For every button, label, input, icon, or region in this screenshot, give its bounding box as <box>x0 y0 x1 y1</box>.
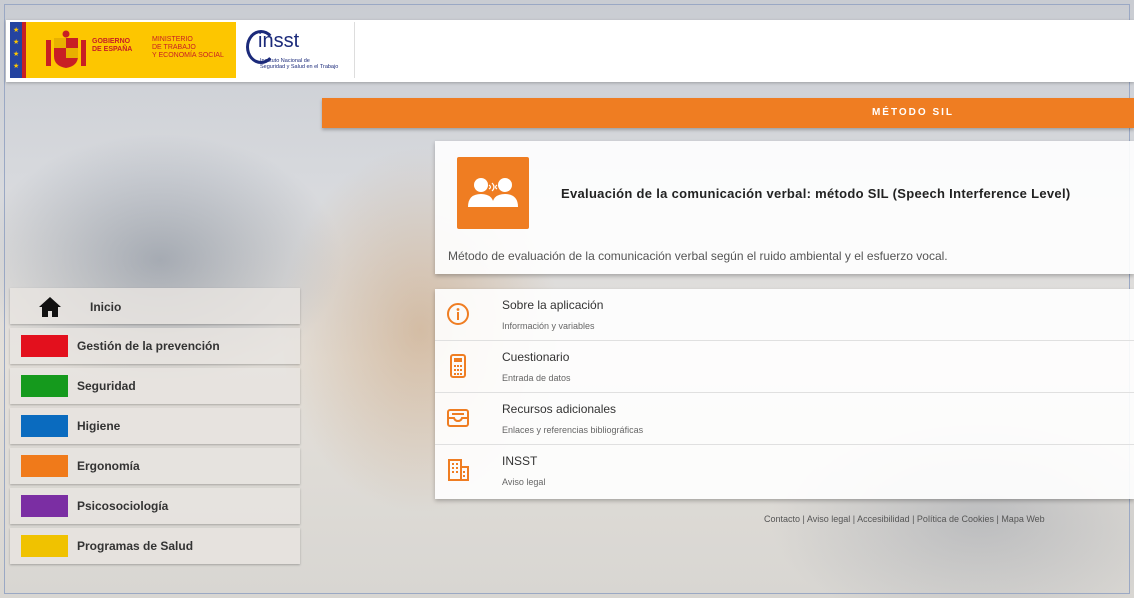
sidebar-item-label: Seguridad <box>77 379 136 393</box>
method-description: Método de evaluación de la comunicación … <box>448 249 948 263</box>
sidebar-item-label: Gestión de la prevención <box>77 339 220 353</box>
menu-item-subtitle: Aviso legal <box>502 477 546 487</box>
menu-item-title: Cuestionario <box>502 350 570 364</box>
coat-of-arms-icon <box>46 30 86 68</box>
sidebar-item-label: Ergonomía <box>77 459 140 473</box>
sidebar-item-label: Inicio <box>90 300 122 314</box>
menu-item-sobre[interactable]: Sobre la aplicación Información y variab… <box>435 289 1134 341</box>
menu-item-subtitle: Información y variables <box>502 321 595 331</box>
app-menu-list: Sobre la aplicación Información y variab… <box>435 289 1134 499</box>
menu-item-cuestionario[interactable]: Cuestionario Entrada de datos <box>435 341 1134 393</box>
sidebar-item-ergonomia[interactable]: Ergonomía <box>10 448 300 484</box>
building-icon <box>448 459 469 481</box>
insst-logo[interactable]: insst Instituto Nacional de Seguridad y … <box>242 22 355 78</box>
color-swatch <box>21 375 68 397</box>
sidebar-item-label: Psicosociología <box>77 499 169 513</box>
sidebar-item-seguridad[interactable]: Seguridad <box>10 368 300 404</box>
sidebar-item-gestion[interactable]: Gestión de la prevención <box>10 328 300 364</box>
method-card: Evaluación de la comunicación verbal: mé… <box>435 141 1134 274</box>
two-people-talking-icon <box>457 157 529 229</box>
color-swatch <box>21 335 68 357</box>
sidebar-item-label: Programas de Salud <box>77 539 194 553</box>
color-swatch <box>21 535 68 557</box>
menu-item-subtitle: Entrada de datos <box>502 373 571 383</box>
page-title: MÉTODO SIL <box>871 107 954 118</box>
page-banner: MÉTODO SIL <box>322 98 1134 128</box>
footer-links[interactable]: Contacto | Aviso legal | Accesibilidad |… <box>764 514 1045 524</box>
gobierno-text: GOBIERNO DE ESPAÑA <box>92 38 133 53</box>
info-icon <box>447 303 469 325</box>
flag-band <box>22 22 26 78</box>
calculator-icon <box>450 354 466 378</box>
sidebar-item-programas-salud[interactable]: Programas de Salud <box>10 528 300 564</box>
sidebar-item-higiene[interactable]: Higiene <box>10 408 300 444</box>
menu-item-title: INSST <box>502 454 538 468</box>
insst-logo-name: insst <box>258 30 300 52</box>
menu-item-insst[interactable]: INSST Aviso legal <box>435 445 1134 497</box>
inbox-icon <box>447 409 469 427</box>
sidebar-nav: Inicio Gestión de la prevención Segurida… <box>10 288 300 568</box>
ministry-text: MINISTERIO DE TRABAJO Y ECONOMÍA SOCIAL <box>152 36 224 59</box>
color-swatch <box>21 415 68 437</box>
site-header: ★ ★ ★ ★ GOBIERNO DE ESPAÑA MINISTERIO DE TR… <box>6 20 1134 82</box>
color-swatch <box>21 455 68 477</box>
color-swatch <box>21 495 68 517</box>
menu-item-title: Sobre la aplicación <box>502 298 604 312</box>
menu-item-recursos[interactable]: Recursos adicionales Enlaces y referenci… <box>435 393 1134 445</box>
home-icon <box>39 297 61 317</box>
gobierno-logo[interactable]: ★ ★ ★ ★ GOBIERNO DE ESPAÑA MINISTERIO DE TR… <box>10 22 236 78</box>
sidebar-item-inicio[interactable]: Inicio <box>10 288 300 324</box>
menu-item-title: Recursos adicionales <box>502 402 617 416</box>
sidebar-item-psicosociologia[interactable]: Psicosociología <box>10 488 300 524</box>
menu-item-subtitle: Enlaces y referencias bibliográficas <box>502 425 644 435</box>
insst-logo-subtitle: Instituto Nacional de Seguridad y Salud … <box>260 58 339 70</box>
eu-flag-icon: ★ ★ ★ ★ <box>10 22 22 78</box>
sidebar-item-label: Higiene <box>77 419 121 433</box>
method-title: Evaluación de la comunicación verbal: mé… <box>561 186 1071 201</box>
